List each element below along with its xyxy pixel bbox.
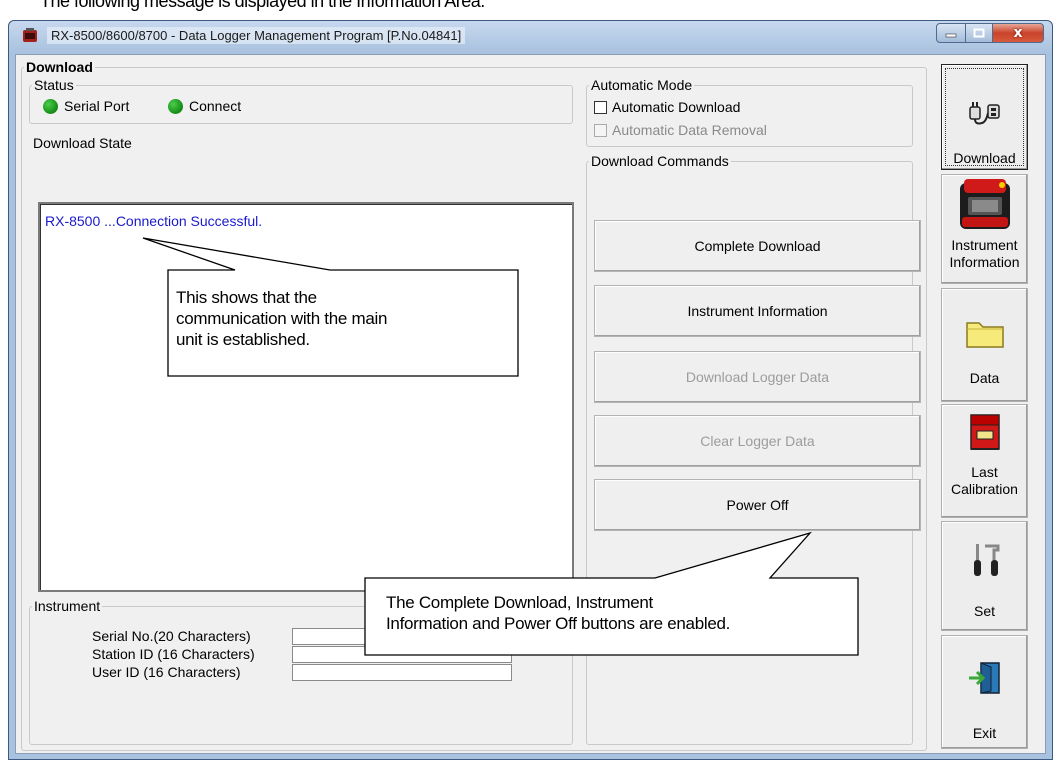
clear-logger-data-button[interactable]: Clear Logger Data: [594, 415, 921, 467]
automatic-data-removal-label[interactable]: Automatic Data Removal: [612, 122, 767, 138]
serial-port-label: Serial Port: [64, 98, 130, 114]
close-button[interactable]: x: [992, 23, 1044, 43]
download-state-label: Download State: [33, 135, 132, 151]
sidebar-download-button[interactable]: Download: [941, 64, 1028, 170]
sidebar-set-label: Set: [973, 603, 995, 619]
document-caption: The following message is displayed in th…: [40, 0, 485, 11]
sidebar-exit-button[interactable]: Exit: [941, 635, 1028, 749]
window-title: RX-8500/8600/8700 - Data Logger Manageme…: [47, 27, 466, 44]
sidebar-last-calibration-line1: Last: [971, 464, 998, 480]
sidebar-data-label: Data: [969, 370, 1000, 386]
sidebar-download-label: Download: [953, 150, 1016, 166]
sidebar-instrument-line1: Instrument: [951, 237, 1018, 253]
download-logger-data-button[interactable]: Download Logger Data: [594, 351, 921, 403]
download-group-label: Download: [26, 59, 93, 75]
minimize-icon: [945, 33, 957, 38]
serial-port-indicator: [43, 99, 58, 114]
app-icon: [23, 28, 37, 42]
user-id-label: User ID (16 Characters): [92, 664, 241, 680]
connect-label: Connect: [189, 98, 242, 114]
title-bar[interactable]: RX-8500/8600/8700 - Data Logger Manageme…: [9, 21, 1052, 53]
power-off-button[interactable]: Power Off: [594, 479, 921, 531]
serial-no-label: Serial No.(20 Characters): [92, 628, 251, 644]
folder-icon: [965, 322, 1004, 348]
station-id-label: Station ID (16 Characters): [92, 646, 255, 662]
maximize-icon: [973, 28, 985, 38]
client-area: Download Status Serial Port Connect Down…: [15, 54, 1046, 754]
minimize-button[interactable]: [936, 23, 966, 43]
automatic-download-label[interactable]: Automatic Download: [612, 99, 740, 115]
connection-callout-text: This shows that the communication with t…: [176, 288, 388, 349]
sidebar-last-calibration-line2: Calibration: [951, 481, 1018, 497]
automatic-download-checkbox[interactable]: [594, 101, 607, 114]
sidebar-exit-label: Exit: [972, 725, 997, 741]
automatic-mode-label: Automatic Mode: [591, 77, 693, 93]
connect-indicator: [168, 99, 183, 114]
sidebar-last-calibration-button[interactable]: Last Calibration: [941, 404, 1028, 518]
red-book-icon: [969, 414, 1000, 450]
sidebar-instrument-line2: Information: [949, 254, 1020, 270]
sidebar-instrument-information-button[interactable]: Instrument Information: [941, 174, 1028, 284]
station-id-field[interactable]: [292, 646, 512, 663]
information-area[interactable]: RX-8500 ...Connection Successful.: [38, 202, 574, 592]
sidebar-set-button[interactable]: Set: [941, 521, 1028, 631]
status-label: Status: [34, 77, 74, 93]
app-window: RX-8500/8600/8700 - Data Logger Manageme…: [8, 20, 1053, 760]
connection-message: RX-8500 ...Connection Successful.: [45, 213, 263, 229]
download-commands-label: Download Commands: [591, 153, 729, 169]
automatic-data-removal-checkbox[interactable]: [594, 124, 607, 137]
close-icon: x: [1013, 25, 1023, 41]
buttons-callout-text: The Complete Download, Instrument Inform…: [386, 593, 731, 633]
complete-download-button[interactable]: Complete Download: [594, 220, 921, 272]
maximize-button[interactable]: [965, 23, 993, 43]
tools-icon: [973, 544, 999, 576]
instrument-information-button[interactable]: Instrument Information: [594, 285, 921, 337]
instrument-label: Instrument: [34, 598, 101, 614]
gas-detector-icon: [959, 179, 1010, 229]
exit-door-icon: [968, 662, 1000, 694]
user-id-field[interactable]: [292, 664, 512, 681]
sidebar-data-button[interactable]: Data: [941, 288, 1028, 402]
connector-plug-icon: [968, 102, 1000, 125]
